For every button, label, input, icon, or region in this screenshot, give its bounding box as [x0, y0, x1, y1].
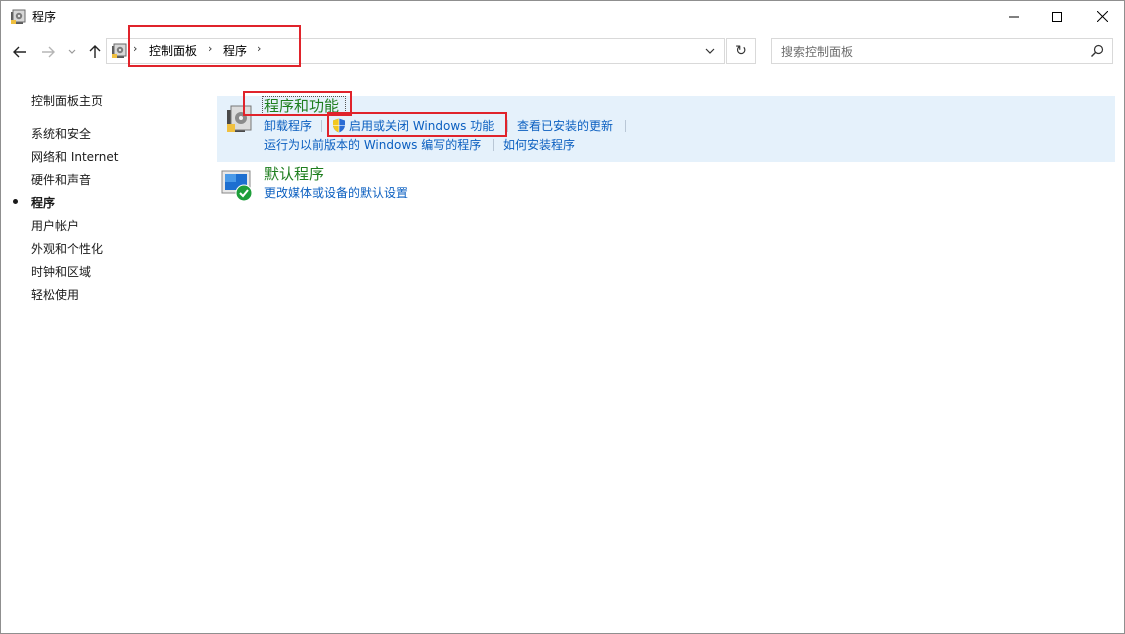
minimize-button[interactable]: [991, 1, 1037, 32]
link-how-to-install[interactable]: 如何安装程序: [503, 137, 575, 153]
maximize-button[interactable]: [1034, 1, 1080, 32]
link-view-installed-updates[interactable]: 查看已安装的更新: [517, 118, 613, 134]
back-arrow-icon: [13, 46, 26, 58]
sidebar: 控制面板主页 系统和安全 网络和 Internet 硬件和声音 程序 用户帐户 …: [1, 73, 201, 634]
close-icon: [1096, 11, 1108, 22]
link-change-default-settings[interactable]: 更改媒体或设备的默认设置: [264, 185, 408, 201]
link-separator: [493, 139, 494, 151]
up-button[interactable]: [85, 41, 105, 63]
close-button[interactable]: [1079, 1, 1125, 32]
forward-button[interactable]: [38, 41, 58, 63]
back-button[interactable]: [10, 41, 30, 63]
control-panel-window: 程序 › 控制面板 › 程序 › ↻ 搜索控制面板 控制面板主页 系统和安全 网…: [0, 0, 1125, 634]
sidebar-item-network-internet[interactable]: 网络和 Internet: [31, 149, 118, 165]
breadcrumb-programs[interactable]: 程序: [223, 44, 247, 58]
sidebar-item-clock-region[interactable]: 时钟和区域: [31, 264, 91, 280]
sidebar-item-home[interactable]: 控制面板主页: [31, 93, 103, 109]
chevron-down-icon: [705, 48, 715, 54]
up-arrow-icon: [89, 45, 101, 58]
programs-features-icon[interactable]: [223, 100, 257, 134]
sidebar-item-user-accounts[interactable]: 用户帐户: [31, 218, 79, 234]
control-panel-programs-icon: [11, 9, 26, 24]
link-turn-windows-features[interactable]: 启用或关闭 Windows 功能: [349, 118, 494, 134]
link-separator: [507, 120, 508, 132]
minimize-icon: [1009, 16, 1019, 17]
recent-locations-button[interactable]: [64, 41, 80, 63]
breadcrumb-control-panel[interactable]: 控制面板: [149, 44, 197, 58]
search-input[interactable]: 搜索控制面板: [771, 38, 1113, 64]
default-programs-icon[interactable]: [221, 169, 255, 203]
link-separator: [321, 120, 322, 132]
breadcrumb-separator[interactable]: ›: [208, 42, 212, 55]
link-separator: [625, 120, 626, 132]
link-uninstall-program[interactable]: 卸载程序: [264, 118, 312, 134]
window-title: 程序: [32, 10, 57, 24]
breadcrumb-separator[interactable]: ›: [257, 42, 261, 55]
category-title-default-programs[interactable]: 默认程序: [264, 165, 324, 183]
focus-indicator: [262, 96, 346, 115]
sidebar-item-system-security[interactable]: 系统和安全: [31, 126, 91, 142]
address-bar[interactable]: › 控制面板 › 程序 ›: [106, 38, 725, 64]
title-bar: 程序: [1, 1, 1124, 33]
link-run-older-programs[interactable]: 运行为以前版本的 Windows 编写的程序: [264, 137, 481, 153]
sidebar-item-appearance[interactable]: 外观和个性化: [31, 241, 103, 257]
sidebar-item-hardware-sound[interactable]: 硬件和声音: [31, 172, 91, 188]
search-icon[interactable]: [1090, 44, 1104, 58]
control-panel-icon: [112, 43, 127, 58]
address-dropdown-button[interactable]: [701, 44, 719, 58]
breadcrumb-separator[interactable]: ›: [133, 42, 137, 55]
maximize-icon: [1052, 11, 1062, 22]
refresh-icon: ↻: [735, 43, 747, 59]
refresh-button[interactable]: ↻: [726, 38, 756, 64]
sidebar-item-ease-of-access[interactable]: 轻松使用: [31, 287, 79, 303]
active-bullet-icon: [13, 199, 18, 204]
uac-shield-icon: [333, 118, 345, 133]
search-placeholder: 搜索控制面板: [781, 45, 854, 59]
navigation-bar: › 控制面板 › 程序 › ↻ 搜索控制面板: [1, 33, 1124, 73]
chevron-down-icon: [68, 49, 76, 54]
forward-arrow-icon: [42, 46, 55, 58]
sidebar-item-programs[interactable]: 程序: [31, 195, 55, 211]
